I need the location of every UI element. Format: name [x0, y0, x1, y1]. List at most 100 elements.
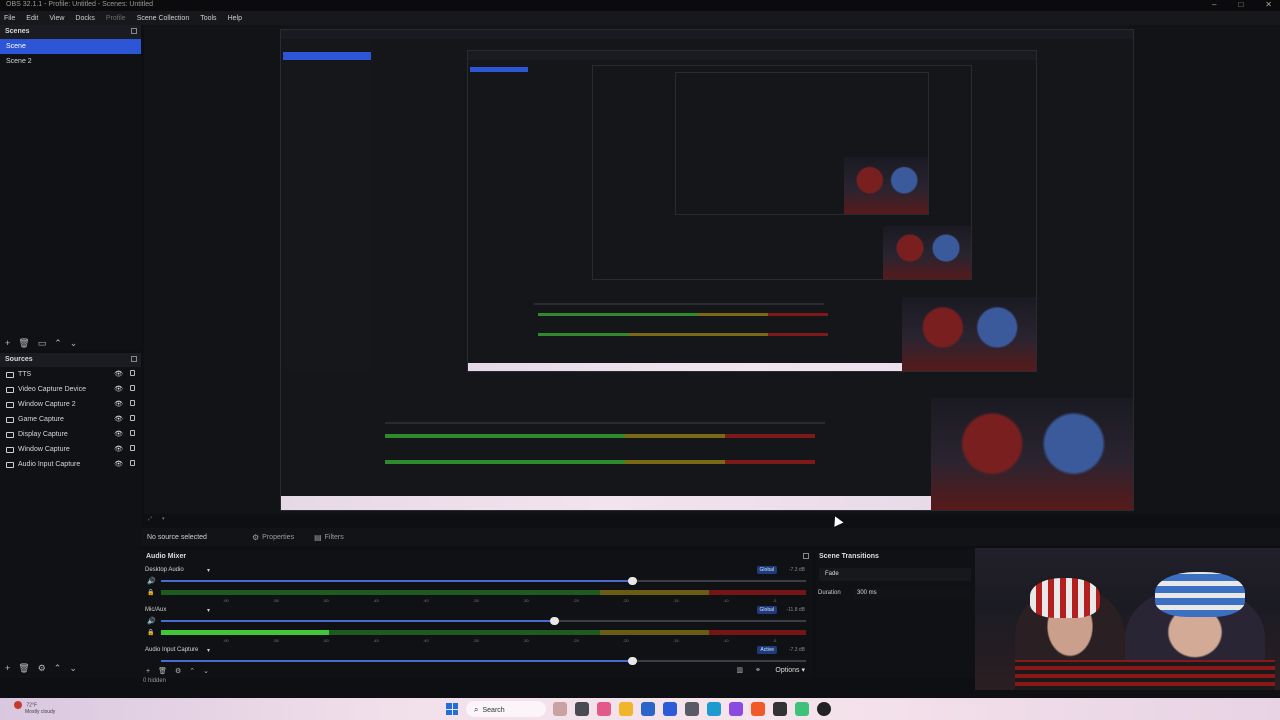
- menu-tools[interactable]: Tools: [200, 15, 216, 22]
- scene-filters-icon[interactable]: ▭: [38, 338, 47, 349]
- meter-tick: -60: [223, 638, 229, 643]
- add-source-icon[interactable]: +: [5, 663, 10, 673]
- weather-widget[interactable]: 72°F Mostly cloudy: [14, 701, 55, 715]
- copilot-icon[interactable]: [597, 702, 611, 716]
- scene-item[interactable]: Scene 2: [0, 54, 141, 69]
- lock-icon[interactable]: 🔒: [147, 589, 154, 596]
- visibility-eye-icon[interactable]: 👁: [114, 400, 123, 408]
- lock-icon[interactable]: [130, 460, 135, 466]
- obs-icon[interactable]: [817, 702, 831, 716]
- weather-icon: [14, 701, 22, 709]
- menu-scene-collection[interactable]: Scene Collection: [137, 15, 190, 22]
- menu-help[interactable]: Help: [228, 15, 242, 22]
- messenger-icon[interactable]: [729, 702, 743, 716]
- dropbox-icon[interactable]: [663, 702, 677, 716]
- edge-icon[interactable]: [707, 702, 721, 716]
- source-item[interactable]: Game Capture 👁: [0, 412, 141, 427]
- move-up-icon[interactable]: ⌃: [54, 338, 62, 349]
- visibility-eye-icon[interactable]: 👁: [114, 415, 123, 423]
- add-scene-icon[interactable]: +: [5, 338, 10, 348]
- speaker-icon[interactable]: 🔊: [147, 577, 156, 585]
- volume-knob[interactable]: [627, 577, 637, 585]
- lock-icon[interactable]: 🔒: [147, 629, 154, 636]
- settings-app-icon[interactable]: [685, 702, 699, 716]
- source-item[interactable]: Window Capture 👁: [0, 442, 141, 457]
- source-item[interactable]: TTS 👁: [0, 367, 141, 382]
- source-item[interactable]: Display Capture 👁: [0, 427, 141, 442]
- lock-icon[interactable]: [130, 385, 135, 391]
- undock-icon[interactable]: [131, 28, 137, 34]
- nested-meter-green: [538, 313, 698, 316]
- scene-item[interactable]: Scene: [0, 39, 141, 54]
- widgets-icon[interactable]: [553, 702, 567, 716]
- visibility-eye-icon[interactable]: 👁: [114, 385, 123, 393]
- source-item[interactable]: Audio Input Capture 👁: [0, 457, 141, 472]
- speaker-icon[interactable]: 🔊: [147, 617, 156, 625]
- volume-slider[interactable]: [161, 657, 806, 665]
- undock-icon[interactable]: [803, 553, 809, 559]
- properties-button[interactable]: ⚙ Properties: [247, 531, 299, 544]
- lock-icon[interactable]: [130, 445, 135, 451]
- app-icon-green[interactable]: [795, 702, 809, 716]
- volume-slider[interactable]: [161, 577, 806, 585]
- zoom-icon[interactable]: ⤢: [148, 516, 152, 522]
- lock-icon[interactable]: [130, 400, 135, 406]
- maximize-icon[interactable]: □: [1238, 0, 1243, 9]
- move-up-icon[interactable]: ⌃: [189, 667, 195, 675]
- menu-view[interactable]: View: [49, 15, 64, 22]
- nested-meter-yellow: [625, 434, 725, 438]
- move-down-icon[interactable]: ⌄: [203, 667, 209, 675]
- file-explorer-icon[interactable]: [619, 702, 633, 716]
- taskbar-search[interactable]: ⌕ Search: [466, 701, 546, 717]
- menu-docks[interactable]: Docks: [75, 15, 94, 22]
- lock-icon[interactable]: [130, 370, 135, 376]
- undock-icon[interactable]: [131, 356, 137, 362]
- options-button[interactable]: Options ▾: [775, 666, 805, 674]
- vertical-layout-icon[interactable]: ▥: [736, 666, 743, 674]
- nested-taskbar: [281, 496, 931, 510]
- move-down-icon[interactable]: ⌄: [70, 338, 78, 349]
- volume-knob[interactable]: [550, 617, 560, 625]
- preview-canvas[interactable]: [144, 25, 1280, 514]
- volume-slider[interactable]: [161, 617, 806, 625]
- visibility-eye-icon[interactable]: 👁: [114, 460, 123, 468]
- lock-icon[interactable]: [130, 415, 135, 421]
- channel-menu-icon[interactable]: ▾: [207, 567, 210, 574]
- store-icon[interactable]: [641, 702, 655, 716]
- remove-icon[interactable]: 🗑: [158, 667, 167, 675]
- menu-edit[interactable]: Edit: [26, 15, 38, 22]
- brave-icon[interactable]: [751, 702, 765, 716]
- app-icon[interactable]: [773, 702, 787, 716]
- zoom-dropdown-icon[interactable]: ▾: [162, 516, 165, 522]
- level-meter: [161, 590, 806, 595]
- duration-input[interactable]: 300 ms: [853, 588, 971, 599]
- visibility-eye-icon[interactable]: 👁: [114, 445, 123, 453]
- windows-start-icon[interactable]: [446, 703, 458, 715]
- audio-mixer-title: Audio Mixer: [146, 553, 187, 560]
- filters-button[interactable]: ▤ Filters: [309, 531, 349, 544]
- transition-select[interactable]: Fade: [819, 568, 971, 581]
- settings-icon[interactable]: ⚙: [175, 667, 181, 675]
- sweater-stripes: [1015, 660, 1275, 690]
- channel-menu-icon[interactable]: ▾: [207, 607, 210, 614]
- remove-scene-icon[interactable]: 🗑: [18, 338, 29, 349]
- link-icon[interactable]: ⚭: [755, 666, 761, 674]
- visibility-eye-icon[interactable]: 👁: [114, 370, 123, 378]
- channel-menu-icon[interactable]: ▾: [207, 647, 210, 654]
- move-down-icon[interactable]: ⌄: [69, 663, 77, 674]
- meter-tick: -55: [272, 598, 279, 603]
- task-view-icon[interactable]: [575, 702, 589, 716]
- minimize-icon[interactable]: –: [1212, 0, 1216, 9]
- source-settings-icon[interactable]: ⚙: [38, 663, 46, 674]
- source-item[interactable]: Video Capture Device 👁: [0, 382, 141, 397]
- remove-source-icon[interactable]: 🗑: [18, 663, 29, 674]
- move-up-icon[interactable]: ⌃: [54, 663, 62, 674]
- visibility-eye-icon[interactable]: 👁: [114, 430, 123, 438]
- hat-left: [1030, 578, 1100, 618]
- close-icon[interactable]: ✕: [1265, 0, 1272, 9]
- add-icon[interactable]: +: [146, 668, 150, 675]
- lock-icon[interactable]: [130, 430, 135, 436]
- source-item[interactable]: Window Capture 2 👁: [0, 397, 141, 412]
- menu-profile[interactable]: Profile: [106, 15, 126, 22]
- menu-file[interactable]: File: [4, 15, 15, 22]
